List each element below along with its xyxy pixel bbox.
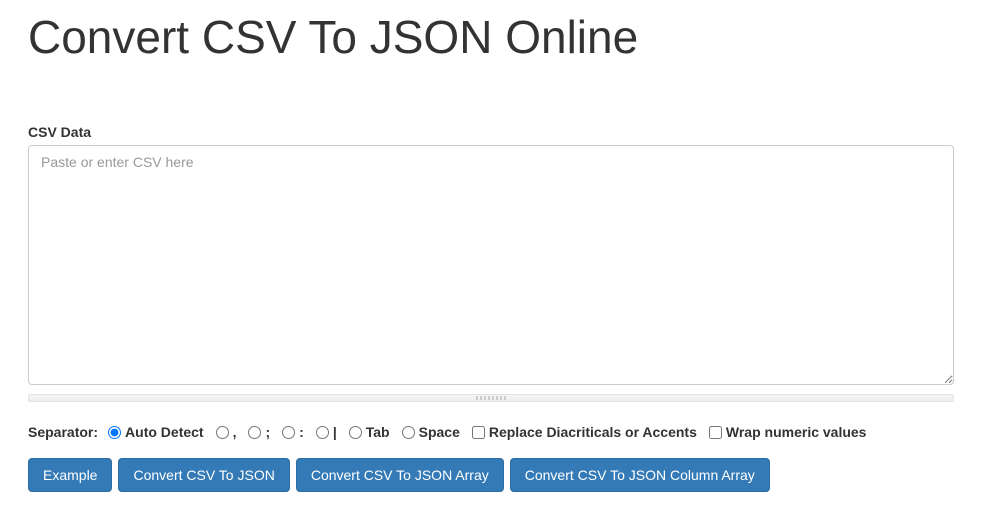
replace-diacriticals-checkbox[interactable]: [472, 426, 485, 439]
separator-semicolon-radio[interactable]: [248, 426, 261, 439]
wrap-numeric-checkbox[interactable]: [709, 426, 722, 439]
separator-pipe-radio[interactable]: [316, 426, 329, 439]
separator-comma-radio[interactable]: [216, 426, 229, 439]
csv-data-label: CSV Data: [28, 124, 954, 140]
wrap-numeric-label[interactable]: Wrap numeric values: [726, 424, 867, 440]
convert-json-column-array-button[interactable]: Convert CSV To JSON Column Array: [510, 458, 770, 492]
separator-comma-label[interactable]: ,: [233, 424, 237, 440]
convert-json-array-button[interactable]: Convert CSV To JSON Array: [296, 458, 504, 492]
options-row: Separator: Auto Detect , ; : | Tab Space…: [28, 424, 954, 440]
separator-colon-radio[interactable]: [282, 426, 295, 439]
button-row: Example Convert CSV To JSON Convert CSV …: [28, 458, 954, 492]
csv-data-input[interactable]: [28, 145, 954, 385]
separator-tab-radio[interactable]: [349, 426, 362, 439]
resize-handle[interactable]: [28, 394, 954, 402]
separator-pipe-label[interactable]: |: [333, 424, 337, 440]
separator-colon-label[interactable]: :: [299, 424, 304, 440]
separator-auto-label[interactable]: Auto Detect: [125, 424, 204, 440]
separator-label: Separator:: [28, 424, 98, 440]
replace-diacriticals-label[interactable]: Replace Diacriticals or Accents: [489, 424, 697, 440]
example-button[interactable]: Example: [28, 458, 112, 492]
separator-auto-radio[interactable]: [108, 426, 121, 439]
separator-space-label[interactable]: Space: [419, 424, 460, 440]
convert-json-button[interactable]: Convert CSV To JSON: [118, 458, 289, 492]
separator-semicolon-label[interactable]: ;: [265, 424, 270, 440]
separator-space-radio[interactable]: [402, 426, 415, 439]
separator-tab-label[interactable]: Tab: [366, 424, 390, 440]
page-title: Convert CSV To JSON Online: [28, 10, 954, 64]
